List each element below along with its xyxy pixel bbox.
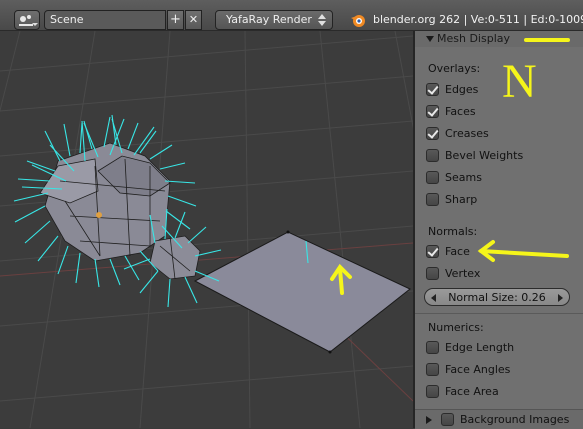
- 3d-viewport[interactable]: [0, 31, 413, 428]
- n-letter-annotation: N: [502, 55, 537, 103]
- checkbox-icon[interactable]: [426, 171, 439, 184]
- svg-text:N: N: [502, 55, 537, 103]
- scene-selector-icon[interactable]: [14, 10, 40, 30]
- normals-heading: Normals:: [428, 225, 478, 238]
- checkbox-checked-icon[interactable]: [426, 127, 439, 140]
- checkbox-icon[interactable]: [426, 149, 439, 162]
- overlay-label: Faces: [445, 105, 476, 118]
- normals-label: Face: [445, 245, 470, 258]
- dropdown-arrows-icon: [318, 14, 326, 26]
- underline-annotation: [524, 38, 570, 42]
- blender-logo-icon: [351, 15, 365, 27]
- background-images-label: Background Images: [460, 413, 570, 426]
- numerics-label: Edge Length: [445, 341, 515, 354]
- checkbox-icon[interactable]: [426, 341, 439, 354]
- viewport-header: Scene + ✕ YafaRay Render blender.org 262…: [0, 0, 583, 31]
- scene-statistics: blender.org 262 | Ve:0-511 | Ed:0-1009 |…: [373, 13, 583, 26]
- checkbox-icon[interactable]: [426, 385, 439, 398]
- checkbox-checked-icon[interactable]: [426, 245, 439, 258]
- background-images-panel[interactable]: Background Images: [415, 409, 583, 429]
- overlay-label: Creases: [445, 127, 489, 140]
- numerics-heading: Numerics:: [428, 321, 484, 334]
- mesh-display-panel: Mesh Display N Overlays: Edges Faces Cre…: [413, 31, 583, 429]
- numerics-label: Face Area: [445, 385, 499, 398]
- left-arrow-annotation: [477, 240, 569, 262]
- numerics-label: Face Angles: [445, 363, 511, 376]
- checkbox-icon[interactable]: [426, 193, 439, 206]
- render-engine-dropdown[interactable]: YafaRay Render: [215, 10, 333, 30]
- add-scene-button[interactable]: +: [167, 10, 184, 30]
- collapse-triangle-icon[interactable]: [426, 36, 434, 42]
- increment-arrow-icon[interactable]: [558, 294, 563, 302]
- overlay-label: Sharp: [445, 193, 478, 206]
- mesh-plane: [193, 231, 411, 353]
- render-engine-label: YafaRay Render: [226, 13, 312, 26]
- checkbox-icon[interactable]: [426, 267, 439, 280]
- checkbox-icon[interactable]: [426, 363, 439, 376]
- overlays-heading: Overlays:: [428, 62, 481, 75]
- normal-size-value: Normal Size: 0.26: [448, 291, 546, 304]
- expand-triangle-icon[interactable]: [426, 416, 432, 424]
- viewport-scene: [0, 31, 413, 428]
- checkbox-checked-icon[interactable]: [426, 83, 439, 96]
- checkbox-icon[interactable]: [441, 413, 454, 426]
- overlay-label: Edges: [445, 83, 479, 96]
- checkbox-checked-icon[interactable]: [426, 105, 439, 118]
- delete-scene-button[interactable]: ✕: [185, 10, 202, 30]
- normal-size-field[interactable]: Normal Size: 0.26: [424, 288, 570, 306]
- panel-title: Mesh Display: [437, 32, 511, 45]
- overlay-label: Seams: [445, 171, 482, 184]
- section-divider: [415, 313, 583, 314]
- overlay-label: Bevel Weights: [445, 149, 524, 162]
- normals-label: Vertex: [445, 267, 481, 280]
- scene-name-field[interactable]: Scene: [44, 10, 166, 30]
